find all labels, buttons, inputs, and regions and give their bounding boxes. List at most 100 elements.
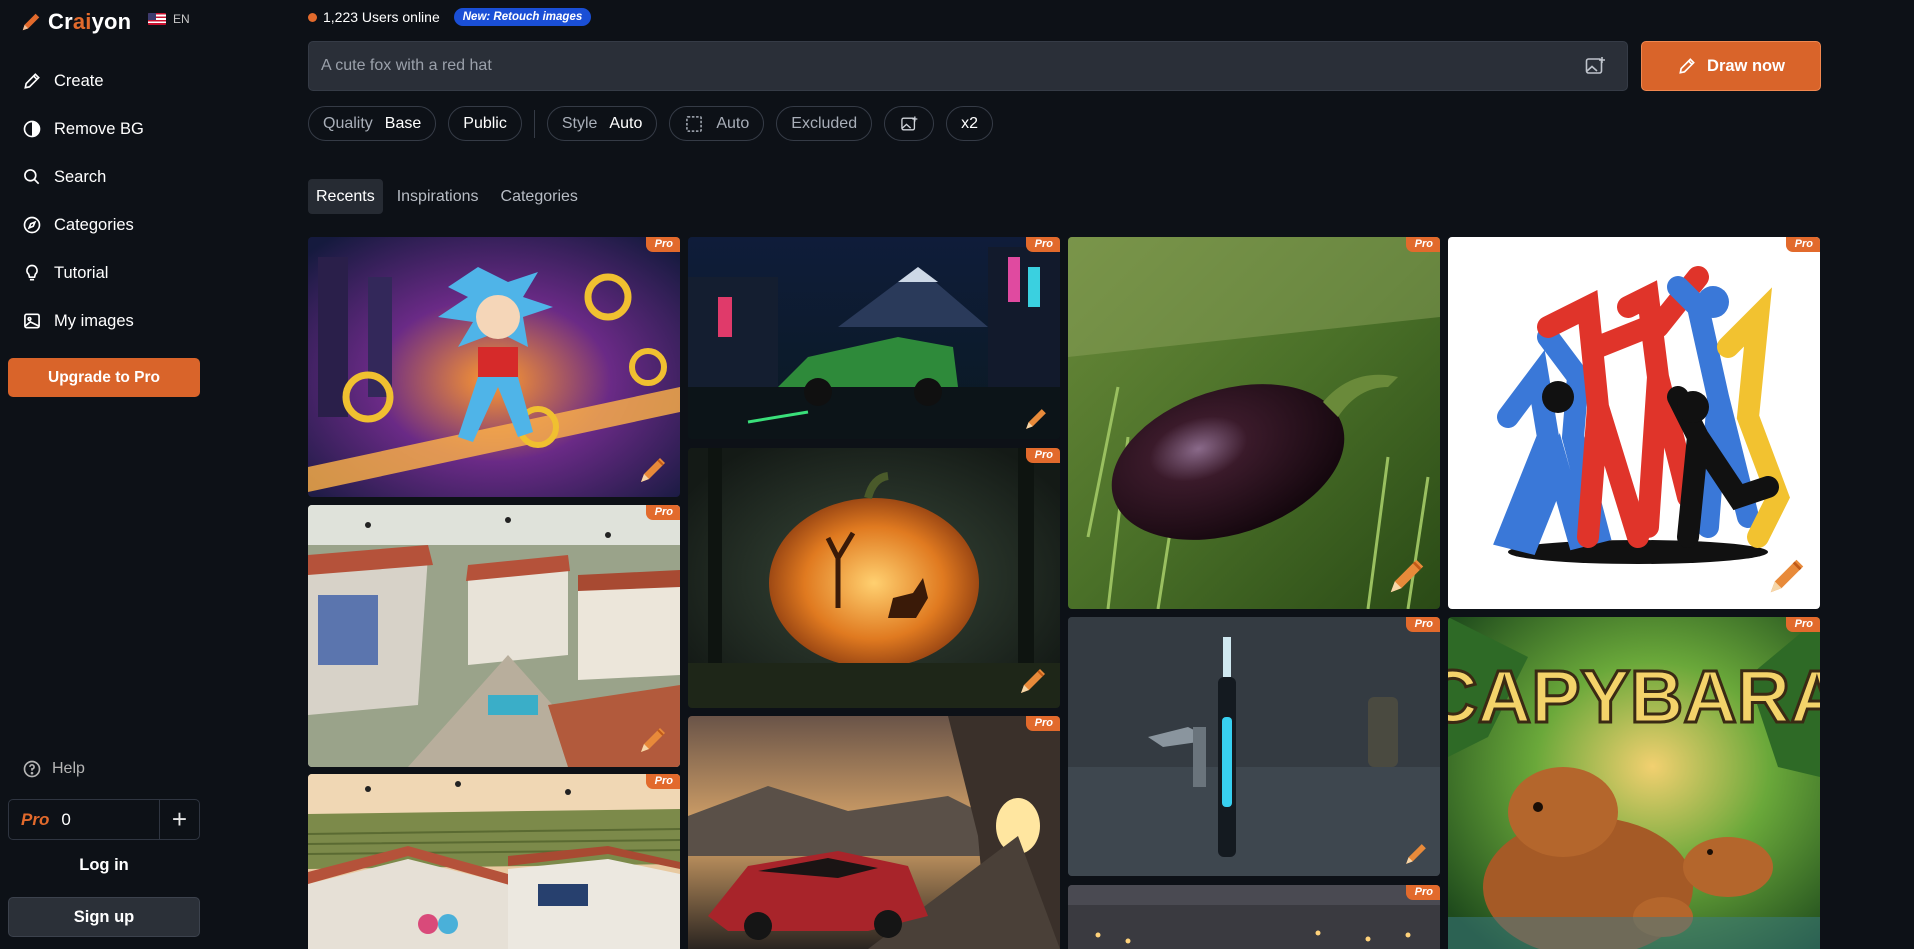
edit-pencil-icon[interactable] <box>1016 664 1050 698</box>
sidebar-item-label: Remove BG <box>54 119 144 138</box>
gallery-image[interactable]: Pro <box>308 774 680 949</box>
gallery-image[interactable]: Pro <box>1068 237 1440 609</box>
online-status: 1,223 Users online New: Retouch images <box>308 8 592 26</box>
capybara-title-text: CAPYBARA <box>1448 655 1820 738</box>
new-feature-badge[interactable]: New: Retouch images <box>453 8 592 26</box>
pencil-icon <box>1679 58 1695 74</box>
pro-badge: Pro <box>1025 448 1060 463</box>
language-code: EN <box>173 12 190 26</box>
aspect-ratio-selector[interactable]: Auto <box>669 106 765 141</box>
question-circle-icon <box>23 760 41 778</box>
capybara-poster-image: CAPYBARA <box>1448 617 1820 949</box>
sidebar-item-label: Categories <box>54 215 134 234</box>
sidebar-item-label: My images <box>54 311 134 330</box>
red-sports-car-image <box>688 716 1060 949</box>
style-value: Auto <box>609 114 643 132</box>
draw-now-label: Draw now <box>1707 56 1785 75</box>
prompt-box <box>308 41 1628 91</box>
pro-credits: Pro 0 + <box>8 799 200 840</box>
edit-pencil-icon[interactable] <box>636 453 670 487</box>
multiplier-button[interactable]: x2 <box>946 106 993 141</box>
upgrade-to-pro-button[interactable]: Upgrade to Pro <box>8 358 200 397</box>
sidebar-item-categories[interactable]: Categories <box>22 201 144 249</box>
sidebar-item-label: Search <box>54 167 107 186</box>
sidebar-item-tutorial[interactable]: Tutorial <box>22 249 144 297</box>
village-drones-image <box>308 505 680 767</box>
pro-badge: Pro <box>645 237 680 252</box>
vineyard-village-image <box>308 774 680 949</box>
image-icon <box>24 313 40 329</box>
style-selector[interactable]: Style Auto <box>546 106 658 141</box>
sidebar-item-label: Tutorial <box>54 263 109 282</box>
credits-count: 0 <box>61 809 71 829</box>
quality-selector[interactable]: Quality Base <box>308 106 437 141</box>
pro-badge: Pro <box>1785 237 1820 252</box>
search-icon <box>24 169 40 185</box>
pro-badge: Pro <box>1405 617 1440 632</box>
gallery-tabs: Recents Inspirations Categories <box>308 179 586 214</box>
green-truck-neon-image <box>688 237 1060 439</box>
edit-pencil-icon[interactable] <box>1764 553 1810 599</box>
edit-pencil-icon[interactable] <box>636 723 670 757</box>
quality-label: Quality <box>323 114 373 132</box>
language-selector[interactable]: EN <box>148 12 190 26</box>
logo[interactable]: Craiyon <box>20 8 131 36</box>
contrast-icon <box>23 120 41 138</box>
image-add-icon <box>901 116 918 130</box>
gallery-image[interactable]: Pro <box>688 448 1060 708</box>
draw-now-button[interactable]: Draw now <box>1641 41 1821 91</box>
pro-badge: Pro <box>1405 237 1440 252</box>
edit-pencil-icon[interactable] <box>1402 840 1430 868</box>
aspect-ratio-icon <box>686 115 703 132</box>
excluded-button[interactable]: Excluded <box>776 106 873 141</box>
image-prompt-button[interactable] <box>884 106 935 141</box>
tab-recents[interactable]: Recents <box>308 179 383 214</box>
gallery-image[interactable]: Pro <box>688 237 1060 439</box>
pencil-icon <box>24 73 40 89</box>
gallery-image[interactable]: Pro <box>1068 617 1440 876</box>
pro-badge: Pro <box>1025 237 1060 252</box>
pro-label: Pro <box>21 809 50 829</box>
sidebar-item-remove-bg[interactable]: Remove BG <box>22 105 144 153</box>
sidebar-item-label: Create <box>54 71 104 90</box>
aspect-ratio-value: Auto <box>716 114 750 132</box>
toothbrush-image <box>1068 617 1440 876</box>
pro-credits-display: Pro 0 <box>9 800 159 839</box>
online-count: 1,223 Users online <box>323 9 440 25</box>
help-link[interactable]: Help <box>22 759 85 779</box>
quality-value: Base <box>384 114 422 132</box>
gallery-image[interactable]: Pro <box>1448 237 1820 609</box>
sidebar-item-search[interactable]: Search <box>22 153 144 201</box>
sidebar-item-my-images[interactable]: My images <box>22 297 144 345</box>
style-label: Style <box>561 114 598 132</box>
image-upload-icon[interactable] <box>1583 54 1607 78</box>
signup-button[interactable]: Sign up <box>8 897 200 937</box>
login-button[interactable]: Log in <box>8 856 200 875</box>
compass-icon <box>23 216 41 234</box>
pencil-logo-icon <box>22 13 40 31</box>
sidebar-nav: Create Remove BG Search Categories Tutor… <box>22 57 144 345</box>
add-credits-button[interactable]: + <box>159 800 199 839</box>
sidebar-item-create[interactable]: Create <box>22 57 144 105</box>
us-flag-icon <box>148 13 166 25</box>
gallery-image[interactable]: Pro <box>308 505 680 767</box>
gallery-image[interactable]: CAPYBARA Pro <box>1448 617 1820 949</box>
pro-badge: Pro <box>1405 885 1440 900</box>
carved-pumpkin-image <box>688 448 1060 708</box>
online-dot-icon <box>308 12 317 22</box>
prompt-input[interactable] <box>321 57 1583 75</box>
pro-badge: Pro <box>1785 617 1820 632</box>
help-label: Help <box>52 760 85 777</box>
edit-pencil-icon[interactable] <box>1022 405 1050 433</box>
tab-categories[interactable]: Categories <box>493 179 586 214</box>
gallery-image[interactable]: Pro <box>308 237 680 497</box>
divider <box>533 109 535 138</box>
sidebar: Craiyon EN Create Remove BG Search Categ… <box>0 0 208 949</box>
gallery-image[interactable]: Pro <box>688 716 1060 949</box>
edit-pencil-icon[interactable] <box>1384 553 1430 599</box>
brand-name: Craiyon <box>48 9 132 34</box>
hedgehog-hero-image <box>308 237 680 497</box>
tab-inspirations[interactable]: Inspirations <box>389 179 487 214</box>
gallery-image[interactable]: Pro <box>1068 885 1440 949</box>
visibility-toggle[interactable]: Public <box>448 106 522 141</box>
